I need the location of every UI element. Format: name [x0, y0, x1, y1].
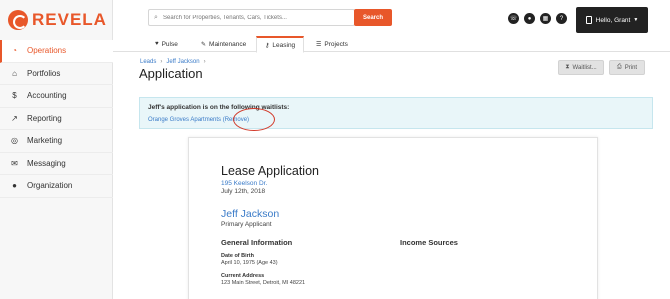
module-tabs: ♥ Pulse ✎ Maintenance ⚷ Leasing ☰ Projec…	[113, 36, 670, 53]
breadcrumb: Leads › Jeff Jackson ›	[140, 59, 210, 65]
waitlist-property-link[interactable]: Orange Groves Apartments	[148, 117, 221, 123]
tab-label: Pulse	[161, 40, 178, 48]
top-bar: ⌕ Search ☏ ● ▦ ? Hello, Grant ▼	[113, 0, 670, 37]
sidebar: REVELA ◔ Operations ⌂ Portfolios $ Accou…	[0, 0, 113, 299]
user-menu-button[interactable]: Hello, Grant ▼	[576, 7, 648, 33]
sidebar-item-label: Marketing	[27, 136, 63, 146]
line-chart-icon: ↗	[11, 113, 18, 123]
waitlist-alert: Jeff's application is on the following w…	[139, 97, 653, 131]
tab-pulse[interactable]: ♥ Pulse	[147, 36, 186, 52]
property-address-link[interactable]: 195 Keelson Dr.	[221, 180, 267, 187]
print-button[interactable]: ⎙ Print	[609, 60, 645, 75]
sidebar-item-portfolios[interactable]: ⌂ Portfolios	[0, 63, 113, 85]
breadcrumb-leads[interactable]: Leads	[140, 59, 156, 65]
sidebar-item-label: Organization	[27, 181, 73, 191]
sidebar-item-label: Operations	[27, 46, 67, 56]
target-icon: ◎	[11, 136, 18, 146]
sidebar-item-operations[interactable]: ◔ Operations	[0, 40, 113, 63]
logo-mark-icon	[8, 10, 28, 30]
users-icon: ●	[12, 181, 17, 191]
income-sources-heading: Income Sources	[400, 238, 458, 247]
document-title: Lease Application	[221, 164, 319, 178]
print-label: Print	[624, 64, 638, 71]
dob-value: April 10, 1975 (Age 43)	[221, 260, 278, 266]
chat-icon[interactable]: ●	[524, 13, 535, 24]
breadcrumb-separator: ›	[203, 59, 206, 65]
key-icon: ⚷	[265, 42, 270, 49]
applicant-role: Primary Applicant	[221, 221, 272, 228]
search-button[interactable]: Search	[354, 9, 392, 26]
gauge-icon: ◔	[12, 46, 17, 56]
tab-projects[interactable]: ☰ Projects	[308, 36, 356, 52]
lease-application-document: Lease Application 195 Keelson Dr. July 1…	[188, 137, 598, 299]
heart-icon: ♥	[155, 41, 159, 47]
tab-leasing[interactable]: ⚷ Leasing	[256, 36, 305, 53]
help-icon[interactable]: ?	[556, 13, 567, 24]
envelope-icon: ✉	[11, 158, 18, 168]
sidebar-item-label: Portfolios	[27, 68, 61, 78]
highlight-circle	[233, 108, 275, 131]
tab-label: Maintenance	[209, 40, 247, 48]
chevron-down-icon: ▼	[633, 17, 639, 23]
sidebar-item-organization[interactable]: ● Organization	[0, 175, 113, 198]
user-greeting: Hello, Grant	[595, 16, 631, 24]
breadcrumb-applicant[interactable]: Jeff Jackson	[166, 59, 199, 65]
alert-heading: Jeff's application is on the following w…	[148, 104, 290, 111]
page-title: Application	[139, 66, 203, 81]
tab-label: Projects	[324, 40, 348, 48]
dollar-icon: $	[12, 91, 17, 101]
sidebar-item-label: Reporting	[27, 113, 62, 123]
print-icon: ⎙	[616, 64, 622, 70]
sidebar-nav: ◔ Operations ⌂ Portfolios $ Accounting ↗…	[0, 40, 113, 198]
phone-icon[interactable]: ☏	[508, 13, 519, 24]
sidebar-item-messaging[interactable]: ✉ Messaging	[0, 153, 113, 175]
application-date: July 12th, 2018	[221, 188, 266, 195]
breadcrumb-separator: ›	[160, 59, 163, 65]
device-icon	[585, 16, 592, 24]
applicant-name-link[interactable]: Jeff Jackson	[221, 208, 279, 220]
dob-label: Date of Birth	[221, 253, 254, 259]
logo[interactable]: REVELA	[8, 9, 107, 31]
home-icon: ⌂	[12, 68, 17, 78]
logo-text: REVELA	[32, 10, 107, 29]
tab-label: Leasing	[272, 41, 296, 49]
wrench-icon: ✎	[201, 41, 207, 48]
waitlist-button[interactable]: ⧗ Waitlist...	[558, 60, 604, 75]
search-icon: ⌕	[154, 13, 158, 21]
list-icon: ☰	[316, 41, 322, 48]
sidebar-item-accounting[interactable]: $ Accounting	[0, 85, 113, 108]
current-address-label: Current Address	[221, 273, 265, 279]
sidebar-item-reporting[interactable]: ↗ Reporting	[0, 108, 113, 130]
calendar-icon[interactable]: ▦	[540, 13, 551, 24]
sidebar-item-label: Messaging	[27, 158, 66, 168]
search-box: ⌕	[148, 9, 355, 26]
tab-maintenance[interactable]: ✎ Maintenance	[193, 36, 254, 52]
sidebar-item-marketing[interactable]: ◎ Marketing	[0, 130, 113, 153]
hourglass-icon: ⧗	[565, 64, 570, 70]
header-icons: ☏ ● ▦ ?	[508, 13, 567, 24]
search-input[interactable]	[163, 14, 354, 21]
waitlist-label: Waitlist...	[572, 64, 597, 71]
sidebar-item-label: Accounting	[27, 91, 67, 101]
current-address-value: 123 Main Street, Detroit, MI 48221	[221, 280, 306, 286]
general-information-heading: General Information	[221, 238, 293, 247]
